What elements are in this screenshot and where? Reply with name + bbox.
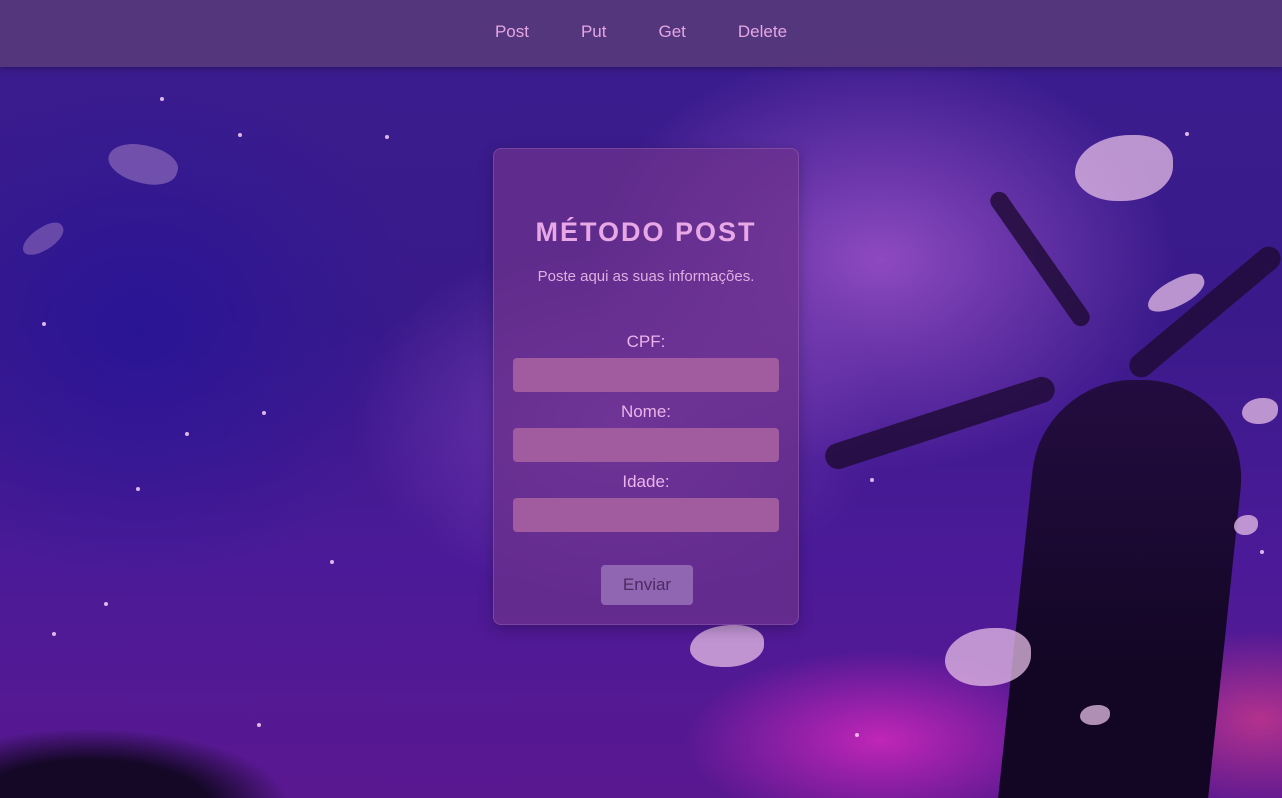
nome-label: Nome: — [620, 402, 672, 421]
idade-label: Idade: — [622, 472, 670, 491]
nome-input[interactable] — [513, 428, 779, 462]
sparkle — [52, 632, 56, 636]
petal — [17, 217, 69, 261]
tree-branch — [986, 188, 1094, 330]
tree-trunk — [997, 380, 1253, 798]
sparkle — [870, 478, 874, 482]
nav-link-get[interactable]: Get — [659, 22, 686, 42]
cpf-input[interactable] — [513, 358, 779, 392]
form-subtitle: Poste aqui as suas informações. — [537, 268, 755, 285]
sparkle — [238, 133, 242, 137]
idade-input[interactable] — [513, 498, 779, 532]
sparkle — [257, 723, 261, 727]
sparkle — [104, 602, 108, 606]
sparkle — [136, 487, 140, 491]
tree-branch — [1124, 241, 1282, 383]
nav-link-delete[interactable]: Delete — [738, 22, 787, 42]
dark-foliage — [0, 708, 380, 798]
petal — [690, 625, 764, 667]
petal — [103, 135, 183, 193]
tree-branch — [821, 373, 1059, 473]
sparkle — [262, 411, 266, 415]
cpf-label: CPF: — [626, 332, 666, 351]
top-navbar: Post Put Get Delete — [0, 0, 1282, 67]
submit-button[interactable]: Enviar — [601, 565, 693, 605]
petal — [1075, 135, 1173, 201]
sparkle — [160, 97, 164, 101]
petal — [1234, 515, 1258, 535]
nav-link-put[interactable]: Put — [581, 22, 607, 42]
petal — [1242, 398, 1278, 424]
sparkle — [42, 322, 46, 326]
sparkle — [385, 135, 389, 139]
sparkle — [855, 733, 859, 737]
nav-link-post[interactable]: Post — [495, 22, 529, 42]
sparkle — [185, 432, 189, 436]
sparkle — [330, 560, 334, 564]
form-title: MÉTODO POST — [535, 217, 757, 247]
sparkle — [1185, 132, 1189, 136]
post-form-card: MÉTODO POST Poste aqui as suas informaçõ… — [493, 148, 799, 625]
sparkle — [1260, 550, 1264, 554]
